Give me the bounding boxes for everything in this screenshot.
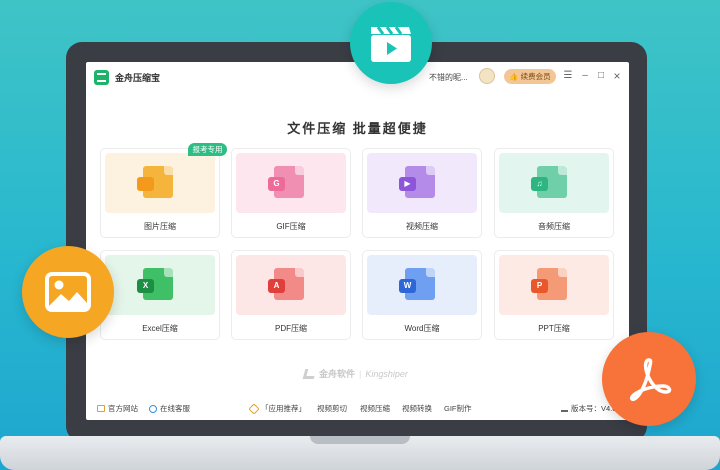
footer-bar: 官方网站 在线客服 「应用推荐」 视频剪切 视频压缩 视频转换 GIF制作 版本…	[86, 400, 629, 418]
page-headline: 文件压缩 批量超便捷	[287, 121, 428, 136]
user-name[interactable]: 不错的昵...	[429, 72, 468, 83]
card-label: Excel压缩	[142, 324, 178, 333]
maximize-icon[interactable]: □	[595, 70, 607, 82]
file-type-glyph: A	[268, 279, 285, 293]
headset-icon	[149, 404, 157, 413]
online-support-link[interactable]: 在线客服	[149, 403, 190, 414]
renew-vip-label: 续费会员	[520, 72, 551, 81]
pdf-file-icon: A	[268, 268, 304, 300]
tool-card-5[interactable]: A PDF压缩	[231, 250, 351, 340]
tool-card-1[interactable]: G GIF压缩	[231, 148, 351, 238]
thumb-up-icon: 👍	[509, 72, 519, 81]
card-label: 视频压缩	[406, 222, 438, 231]
app-window: 金舟压缩宝 不错的昵... 👍 续费会员 ☰ – □ × 文件压缩 批量超便捷 …	[86, 62, 629, 420]
card-label: Word压缩	[404, 324, 440, 333]
file-type-glyph: ♫	[531, 177, 548, 191]
exam-badge: 报考专用	[188, 143, 227, 156]
card-label: 音频压缩	[538, 222, 570, 231]
card-label: PDF压缩	[275, 324, 307, 333]
tool-card-4[interactable]: X Excel压缩	[100, 250, 220, 340]
kingshiper-logo-icon	[302, 368, 317, 379]
file-type-glyph: G	[268, 177, 285, 191]
word-file-icon: W	[399, 268, 435, 300]
footer-link-video-compress[interactable]: 视频压缩	[360, 403, 390, 414]
tool-card-7[interactable]: P PPT压缩	[494, 250, 614, 340]
close-icon[interactable]: ×	[611, 70, 623, 82]
official-website-link[interactable]: 官方网站	[97, 403, 138, 414]
file-type-glyph: P	[531, 279, 548, 293]
app-recommend-label: 「应用推荐」	[248, 402, 306, 415]
audio-file-icon: ♫	[531, 166, 567, 198]
renew-vip-button[interactable]: 👍 续费会员	[504, 69, 556, 84]
image-icon	[45, 272, 91, 312]
app-name: 金舟压缩宝	[115, 72, 161, 83]
avatar[interactable]	[479, 68, 495, 84]
online-support-label: 在线客服	[160, 404, 190, 413]
version-info[interactable]: 版本号：V4.0	[561, 403, 616, 414]
brand-name-en: Kingshiper	[365, 368, 408, 379]
app-logo-icon	[94, 69, 109, 85]
official-website-label: 官方网站	[108, 404, 138, 413]
image-badge	[22, 246, 114, 338]
footer-link-video-cut[interactable]: 视频剪切	[317, 403, 347, 414]
file-type-glyph	[137, 177, 154, 191]
tool-card-0[interactable]: 图片压缩 报考专用	[100, 143, 227, 238]
file-type-glyph: X	[137, 279, 154, 293]
pdf-icon	[629, 358, 672, 402]
excel-file-icon: X	[137, 268, 173, 300]
video-file-icon: ▶	[399, 166, 435, 198]
download-icon	[561, 405, 568, 412]
file-type-glyph: ▶	[399, 177, 416, 191]
card-label: PPT压缩	[538, 324, 570, 333]
tool-card-3[interactable]: ♫ 音频压缩	[494, 148, 614, 238]
card-label: 图片压缩	[144, 222, 176, 231]
tool-card-6[interactable]: W Word压缩	[362, 250, 482, 340]
image-file-icon	[137, 166, 173, 198]
laptop-notch	[310, 436, 410, 444]
minimize-icon[interactable]: –	[579, 70, 591, 82]
card-label: GIF压缩	[276, 222, 306, 231]
video-clapper-icon	[371, 26, 411, 62]
brand-watermark: 金舟软件 | Kingshiper	[302, 367, 408, 380]
footer-link-gif-maker[interactable]: GIF制作	[444, 403, 472, 414]
monitor-icon	[97, 405, 105, 412]
brand-name-cn: 金舟软件	[319, 369, 356, 379]
recommend-icon	[248, 402, 260, 415]
pdf-badge	[602, 332, 696, 426]
video-clapper-badge	[350, 2, 432, 84]
ppt-file-icon: P	[531, 268, 567, 300]
file-type-glyph: W	[399, 279, 416, 293]
gif-file-icon: G	[268, 166, 304, 198]
footer-link-video-convert[interactable]: 视频转换	[402, 403, 432, 414]
tool-card-2[interactable]: ▶ 视频压缩	[362, 148, 482, 238]
menu-icon[interactable]: ☰	[562, 70, 574, 82]
